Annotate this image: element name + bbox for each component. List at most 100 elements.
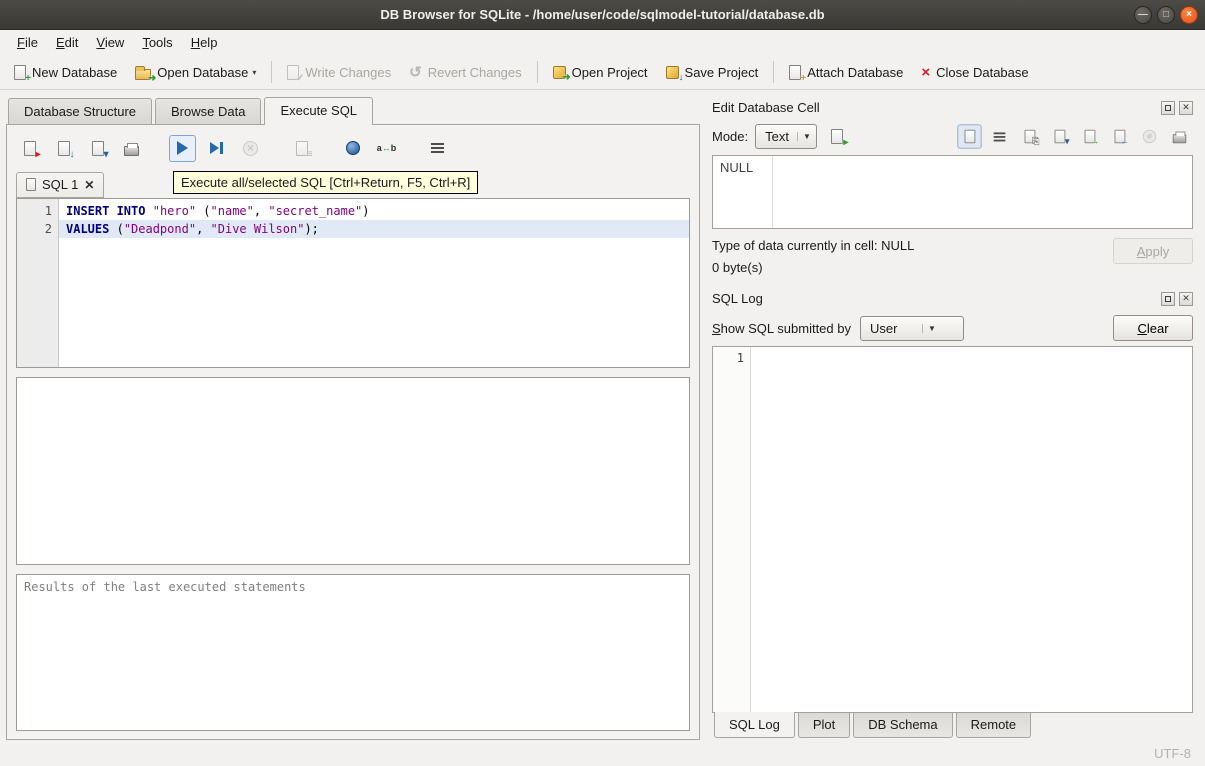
toolbar-separator xyxy=(271,61,272,83)
save-project-icon: ↓ xyxy=(666,66,679,79)
text-mode-button[interactable] xyxy=(957,124,981,148)
export-cell-button[interactable]: ← xyxy=(1107,124,1131,148)
sql-log-view[interactable]: 1 xyxy=(712,346,1193,713)
browse-button[interactable] xyxy=(339,135,366,162)
export-results-button[interactable]: ≡ xyxy=(288,135,315,162)
menu-edit[interactable]: Edit xyxy=(47,32,87,53)
left-pane: Database Structure Browse Data Execute S… xyxy=(6,96,700,740)
export-results-icon: ≡ xyxy=(296,141,308,156)
menu-bar: File Edit View Tools Help xyxy=(0,30,1205,55)
cell-toolbar: ⎘ ▾ → ← ø xyxy=(956,123,1193,150)
execute-all-icon xyxy=(177,141,188,155)
import-cell-button[interactable]: → xyxy=(1077,124,1101,148)
chevron-down-icon: ▼ xyxy=(922,324,936,333)
revert-changes-button[interactable]: ↺ Revert Changes xyxy=(401,60,530,85)
save-sql-as-button[interactable]: ▾ xyxy=(84,135,111,162)
mode-value: Text xyxy=(765,129,789,144)
attach-database-button[interactable]: + Attach Database xyxy=(781,60,911,85)
save-project-button[interactable]: ↓ Save Project xyxy=(658,60,767,85)
sql-log-filter-row: Show SQL submitted by User ▼ Clear xyxy=(710,310,1195,346)
write-changes-button[interactable]: ✓ Write Changes xyxy=(279,60,399,85)
submitted-by-select[interactable]: User ▼ xyxy=(860,316,964,341)
wrap-lines-icon xyxy=(994,132,1006,134)
open-in-external-button[interactable]: ▸ xyxy=(824,123,851,150)
revert-changes-icon: ↺ xyxy=(409,65,422,80)
cell-edit-area[interactable] xyxy=(773,156,1192,228)
log-content[interactable] xyxy=(751,347,1192,712)
tab-browse-data[interactable]: Browse Data xyxy=(155,98,261,124)
sql-tab-label: SQL 1 xyxy=(42,177,78,192)
new-database-button[interactable]: + New Database xyxy=(6,60,125,85)
save-sql-file-button[interactable]: ↓ xyxy=(50,135,77,162)
tab-database-structure[interactable]: Database Structure xyxy=(8,98,152,124)
close-button[interactable]: × xyxy=(1180,6,1198,24)
sql-toolbar: ▸ ↓ ▾ ✕ xyxy=(16,133,690,163)
dock-tab-plot[interactable]: Plot xyxy=(798,713,850,738)
cell-type-text: Type of data currently in cell: NULL xyxy=(712,238,1113,253)
main-tab-bar: Database Structure Browse Data Execute S… xyxy=(6,96,700,124)
sql-log-float-button[interactable] xyxy=(1161,292,1175,306)
open-project-button[interactable]: ➜ Open Project xyxy=(545,60,656,85)
set-null-button[interactable]: ø xyxy=(1137,124,1161,148)
window-title: DB Browser for SQLite - /home/user/code/… xyxy=(380,7,824,22)
results-message-area: Results of the last executed statements xyxy=(16,574,690,731)
print-sql-button[interactable] xyxy=(118,135,145,162)
cell-editor[interactable]: NULL xyxy=(712,155,1193,229)
results-placeholder: Results of the last executed statements xyxy=(24,580,306,594)
sql-log-close-button[interactable]: ✕ xyxy=(1179,292,1193,306)
find-replace-button[interactable]: a↔b xyxy=(373,135,400,162)
results-grid[interactable] xyxy=(16,377,690,565)
word-wrap-button[interactable] xyxy=(424,135,451,162)
copy-cell-button[interactable]: ⎘ xyxy=(1017,124,1041,148)
print-icon xyxy=(1173,134,1187,143)
stop-execution-button[interactable]: ✕ xyxy=(237,135,264,162)
execute-line-button[interactable] xyxy=(203,135,230,162)
open-database-button[interactable]: ➜ Open Database ▾ xyxy=(127,60,264,85)
tooltip: Execute all/selected SQL [Ctrl+Return, F… xyxy=(173,171,478,194)
print-cell-button[interactable] xyxy=(1167,124,1191,148)
save-sql-as-icon: ▾ xyxy=(92,141,104,156)
sql-log-title: SQL Log xyxy=(712,291,1157,306)
open-database-dropdown-icon[interactable]: ▾ xyxy=(252,68,256,77)
close-database-button[interactable]: × Close Database xyxy=(913,60,1036,85)
edit-cell-float-button[interactable] xyxy=(1161,101,1175,115)
mode-select[interactable]: Text ▼ xyxy=(755,124,817,149)
dock-tab-sql-log[interactable]: SQL Log xyxy=(714,712,795,738)
sql-editor[interactable]: 12 INSERT INTO "hero" ("name", "secret_n… xyxy=(16,198,690,368)
edit-cell-close-button[interactable]: ✕ xyxy=(1179,101,1193,115)
minimize-button[interactable]: — xyxy=(1134,6,1152,24)
menu-view[interactable]: View xyxy=(87,32,133,53)
sql-tab-close-icon[interactable]: ✕ xyxy=(84,178,94,192)
paste-cell-button[interactable]: ▾ xyxy=(1047,124,1071,148)
close-database-icon: × xyxy=(921,65,930,80)
menu-file[interactable]: File xyxy=(8,32,47,53)
cell-info-row: Type of data currently in cell: NULL 0 b… xyxy=(710,229,1195,275)
copy-icon: ⎘ xyxy=(1024,129,1035,143)
tab-execute-sql[interactable]: Execute SQL xyxy=(264,97,373,125)
menu-tools[interactable]: Tools xyxy=(133,32,181,53)
wrap-lines-button[interactable] xyxy=(987,124,1011,148)
menu-help[interactable]: Help xyxy=(182,32,227,53)
write-changes-icon: ✓ xyxy=(287,65,299,80)
sql-tab[interactable]: SQL 1 ✕ xyxy=(16,172,104,198)
dock-tab-remote[interactable]: Remote xyxy=(956,713,1032,738)
toolbar-separator xyxy=(773,61,774,83)
main-area: Database Structure Browse Data Execute S… xyxy=(0,90,1205,740)
cell-mode-row: Mode: Text ▼ ▸ ⎘ ▾ xyxy=(710,119,1195,153)
attach-database-icon: + xyxy=(789,65,801,80)
log-line-number: 1 xyxy=(713,347,751,712)
set-null-icon: ø xyxy=(1143,129,1157,143)
clear-log-button[interactable]: Clear xyxy=(1113,315,1193,341)
open-sql-file-button[interactable]: ▸ xyxy=(16,135,43,162)
maximize-button[interactable]: □ xyxy=(1157,6,1175,24)
filter-label: Show SQL submitted by xyxy=(712,321,851,336)
open-sql-file-icon: ▸ xyxy=(24,141,36,156)
status-bar: UTF-8 xyxy=(0,740,1205,766)
execute-all-button[interactable] xyxy=(169,135,196,162)
apply-button[interactable]: Apply xyxy=(1113,238,1193,264)
paste-icon: ▾ xyxy=(1054,129,1065,143)
editor-code[interactable]: INSERT INTO "hero" ("name", "secret_name… xyxy=(59,199,689,367)
mode-label: Mode: xyxy=(712,129,748,144)
dock-tab-db-schema[interactable]: DB Schema xyxy=(853,713,952,738)
text-doc-icon xyxy=(964,129,975,143)
